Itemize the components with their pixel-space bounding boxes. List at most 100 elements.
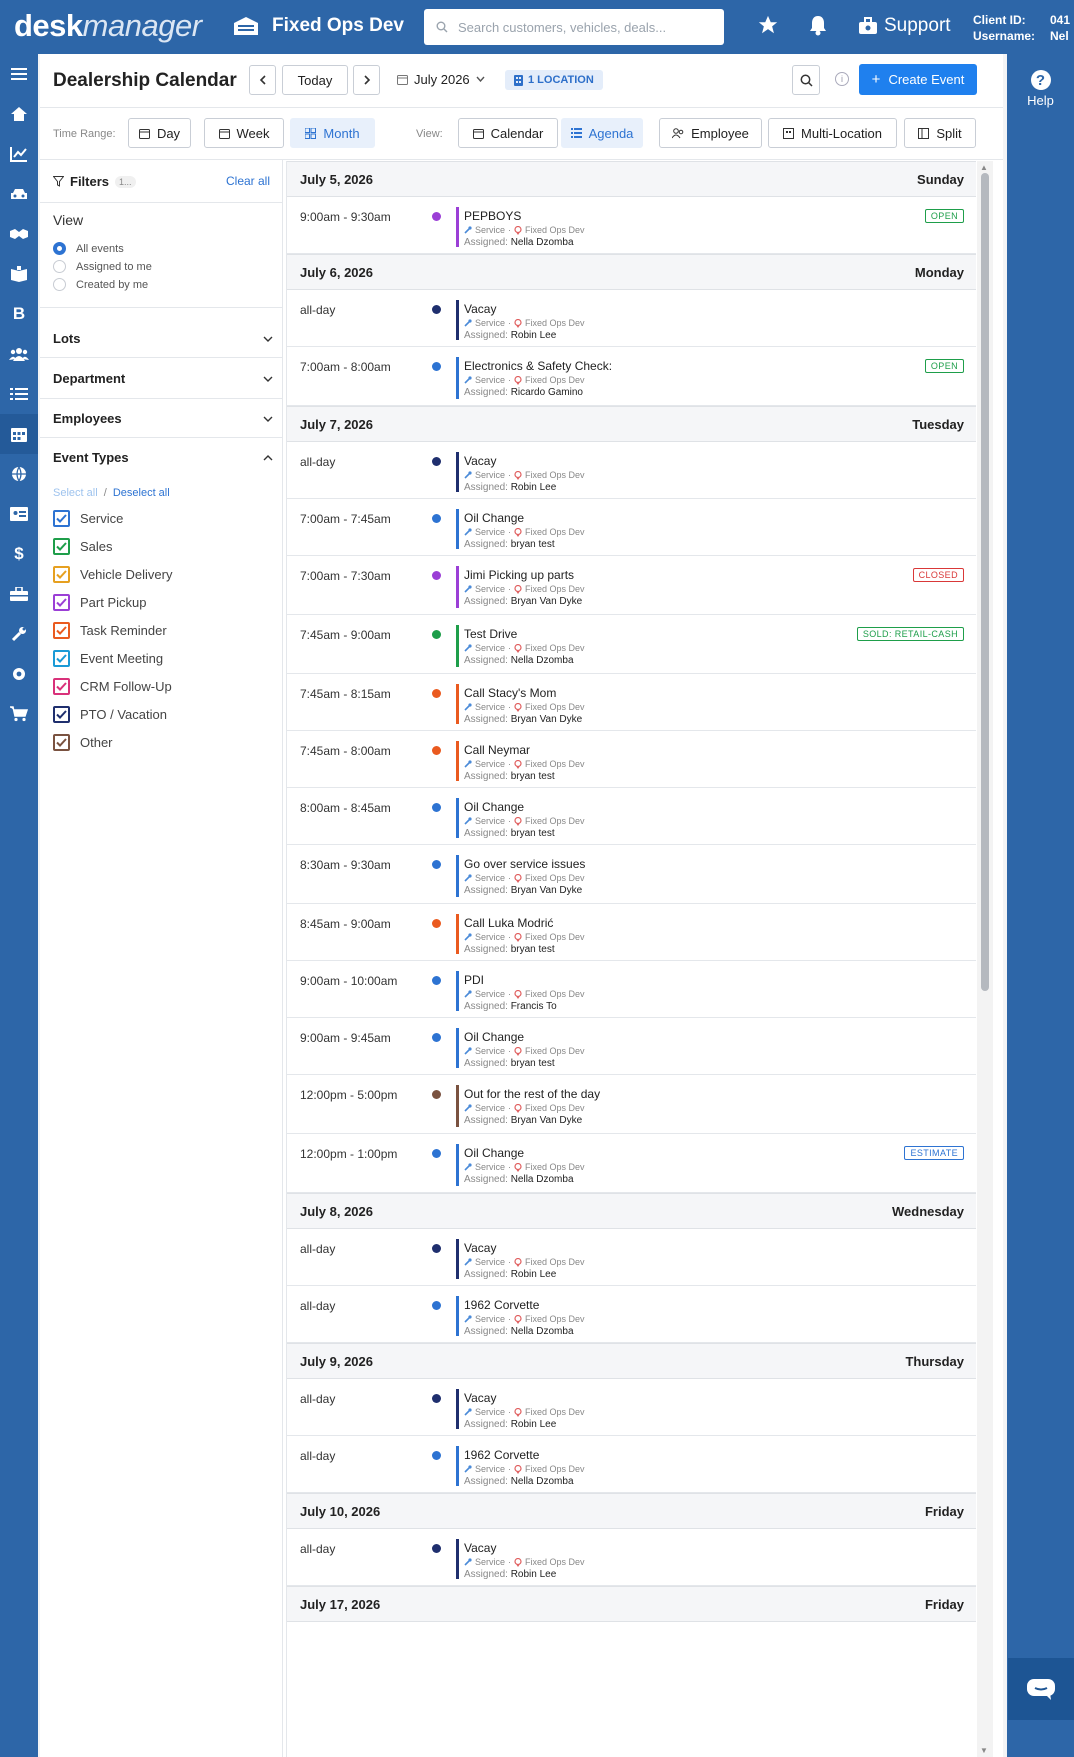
- agenda-event[interactable]: 7:00am - 7:30am Jimi Picking up parts Serv…: [287, 555, 976, 615]
- scroll-down-arrow[interactable]: ▼: [980, 1746, 988, 1755]
- agenda-event[interactable]: 7:45am - 8:15am Call Stacy's Mom Service · F…: [287, 673, 976, 731]
- search-button[interactable]: [792, 65, 820, 95]
- event-type-checkbox[interactable]: Other: [53, 734, 113, 751]
- radio-button[interactable]: [53, 278, 66, 291]
- event-type-checkbox[interactable]: Part Pickup: [53, 594, 146, 611]
- toolbox-icon[interactable]: [0, 574, 38, 614]
- agenda-event[interactable]: 7:00am - 7:45am Oil Change Service · Fixed O…: [287, 498, 976, 556]
- event-type-checkbox[interactable]: Vehicle Delivery: [53, 566, 173, 583]
- support-button[interactable]: Support: [858, 15, 951, 37]
- department-section-toggle[interactable]: Department: [53, 371, 273, 386]
- logo[interactable]: deskmanager: [14, 10, 202, 41]
- chat-button[interactable]: [1008, 1658, 1074, 1720]
- scroll-up-arrow[interactable]: ▲: [980, 163, 988, 172]
- event-type-checkbox[interactable]: Sales: [53, 538, 113, 555]
- wrench-icon[interactable]: [0, 614, 38, 654]
- calendar-icon[interactable]: [0, 414, 38, 454]
- chart-icon[interactable]: [0, 134, 38, 174]
- bold-b-icon[interactable]: B: [0, 294, 38, 334]
- agenda-event[interactable]: 9:00am - 9:45am Oil Change Service · Fixed O…: [287, 1017, 976, 1075]
- checkbox[interactable]: [53, 706, 70, 723]
- next-button[interactable]: [353, 65, 380, 95]
- id-card-icon[interactable]: [0, 494, 38, 534]
- agenda-event[interactable]: 8:00am - 8:45am Oil Change Service · Fixed O…: [287, 787, 976, 845]
- prev-button[interactable]: [249, 65, 276, 95]
- dollar-icon[interactable]: $: [0, 534, 38, 574]
- checkbox[interactable]: [53, 538, 70, 555]
- month-button[interactable]: Month: [290, 118, 375, 148]
- checkbox[interactable]: [53, 678, 70, 695]
- calendar-view-button[interactable]: Calendar: [458, 118, 558, 148]
- employees-section-toggle[interactable]: Employees: [53, 411, 273, 426]
- agenda-event[interactable]: 7:45am - 8:00am Call Neymar Service · Fixed …: [287, 730, 976, 788]
- cart-icon[interactable]: [0, 694, 38, 734]
- checkbox[interactable]: [53, 594, 70, 611]
- globe-icon[interactable]: [0, 454, 38, 494]
- agenda-event[interactable]: 9:00am - 9:30am PEPBOYS Service · Fixed Ops …: [287, 196, 976, 254]
- agenda-event[interactable]: 7:45am - 9:00am Test Drive Service · Fixed O…: [287, 614, 976, 674]
- search-input[interactable]: Search customers, vehicles, deals...: [458, 20, 666, 35]
- day-button[interactable]: Day: [128, 118, 191, 148]
- agenda-event[interactable]: 7:00am - 8:00am Electronics & Safety Chec…: [287, 346, 976, 406]
- global-search[interactable]: Search customers, vehicles, deals...: [424, 9, 724, 45]
- agenda-event[interactable]: all-day Vacay Service · Fixed Ops Dev Assigne…: [287, 441, 976, 499]
- agenda-event[interactable]: all-day 1962 Corvette Service · Fixed Ops De…: [287, 1435, 976, 1493]
- employee-view-button[interactable]: Employee: [659, 118, 762, 148]
- agenda-event[interactable]: all-day Vacay Service · Fixed Ops Dev Assigne…: [287, 289, 976, 347]
- home-icon[interactable]: [0, 94, 38, 134]
- checkbox[interactable]: [53, 734, 70, 751]
- event-types-section-toggle[interactable]: Event Types: [53, 450, 273, 465]
- agenda-view-button[interactable]: Agenda: [561, 118, 643, 148]
- multi-location-button[interactable]: Multi-Location: [768, 118, 897, 148]
- week-button[interactable]: Week: [204, 118, 284, 148]
- radio-all-events[interactable]: All events: [53, 242, 124, 255]
- agenda-event[interactable]: all-day Vacay Service · Fixed Ops Dev Assigne…: [287, 1378, 976, 1436]
- select-all-link[interactable]: Select all: [53, 487, 98, 499]
- wrench-icon: [464, 1465, 472, 1473]
- menu-icon[interactable]: [0, 54, 38, 94]
- agenda-event[interactable]: all-day Vacay Service · Fixed Ops Dev Assigne…: [287, 1528, 976, 1586]
- month-picker[interactable]: July 2026: [397, 64, 485, 94]
- dealer-switcher[interactable]: Fixed Ops Dev: [232, 15, 404, 37]
- event-type-checkbox[interactable]: CRM Follow-Up: [53, 678, 172, 695]
- users-icon[interactable]: [0, 334, 38, 374]
- event-type-checkbox[interactable]: Task Reminder: [53, 622, 167, 639]
- info-icon[interactable]: i: [835, 72, 849, 86]
- checkbox[interactable]: [53, 510, 70, 527]
- agenda-event[interactable]: 9:00am - 10:00am PDI Service · Fixed Ops Dev…: [287, 960, 976, 1018]
- handshake-icon[interactable]: [0, 214, 38, 254]
- book-icon[interactable]: [0, 254, 38, 294]
- event-type-checkbox[interactable]: Event Meeting: [53, 650, 163, 667]
- scrollbar[interactable]: ▲ ▼: [977, 161, 993, 1757]
- bell-icon[interactable]: [808, 14, 828, 39]
- checkbox[interactable]: [53, 622, 70, 639]
- agenda-event[interactable]: all-day Vacay Service · Fixed Ops Dev Assigne…: [287, 1228, 976, 1286]
- checkbox[interactable]: [53, 566, 70, 583]
- list-icon[interactable]: [0, 374, 38, 414]
- radio-button[interactable]: [53, 260, 66, 273]
- create-event-button[interactable]: + Create Event: [859, 64, 977, 95]
- location-badge[interactable]: 1 LOCATION: [505, 70, 603, 90]
- split-view-button[interactable]: Split: [904, 118, 976, 148]
- clear-all-link[interactable]: Clear all: [226, 174, 270, 188]
- gear-icon[interactable]: [0, 654, 38, 694]
- event-type-checkbox[interactable]: Service: [53, 510, 123, 527]
- agenda-event[interactable]: 8:45am - 9:00am Call Luka Modrić Service · F…: [287, 903, 976, 961]
- agenda-event[interactable]: all-day 1962 Corvette Service · Fixed Ops De…: [287, 1285, 976, 1343]
- event-type-checkbox[interactable]: PTO / Vacation: [53, 706, 167, 723]
- star-icon[interactable]: [757, 14, 779, 39]
- checkbox[interactable]: [53, 650, 70, 667]
- agenda-event[interactable]: 8:30am - 9:30am Go over service issues Ser…: [287, 844, 976, 904]
- calendar-view-label: Calendar: [490, 125, 544, 141]
- deselect-all-link[interactable]: Deselect all: [113, 487, 170, 499]
- radio-created-by-me[interactable]: Created by me: [53, 278, 148, 291]
- radio-assigned-to-me[interactable]: Assigned to me: [53, 260, 152, 273]
- today-button[interactable]: Today: [282, 65, 348, 95]
- radio-button[interactable]: [53, 242, 66, 255]
- help-button[interactable]: ? Help: [1007, 70, 1074, 108]
- lots-section-toggle[interactable]: Lots: [53, 331, 273, 346]
- agenda-event[interactable]: 12:00pm - 5:00pm Out for the rest of the …: [287, 1074, 976, 1134]
- scroll-thumb[interactable]: [981, 173, 989, 991]
- car-icon[interactable]: [0, 174, 38, 214]
- agenda-event[interactable]: 12:00pm - 1:00pm Oil Change Service · Fixed …: [287, 1133, 976, 1193]
